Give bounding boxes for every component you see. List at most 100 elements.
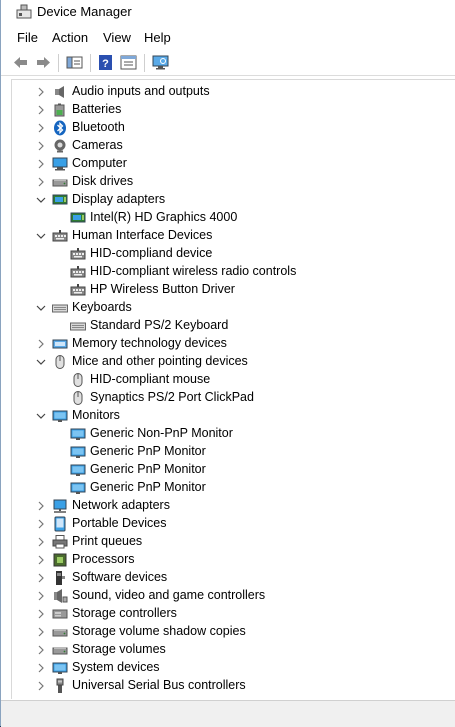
tree-category-row[interactable]: Software devices <box>12 569 452 587</box>
device-tree: Audio inputs and outputs Batteries Bluetoo… <box>11 79 455 699</box>
tree-device-row[interactable]: Standard PS/2 Keyboard <box>12 317 452 335</box>
expand-chevron-icon[interactable] <box>36 85 46 99</box>
expand-chevron-icon[interactable] <box>36 103 46 117</box>
tree-category-row[interactable]: Cameras <box>12 137 452 155</box>
tree-category-row[interactable]: Bluetooth <box>12 119 452 137</box>
tree-device-row[interactable]: HID-compliant wireless radio controls <box>12 263 452 281</box>
menu-action[interactable]: Action <box>52 30 88 45</box>
tree-item-label: Bluetooth <box>72 120 125 134</box>
monitor-icon <box>70 482 86 494</box>
tree-category-row[interactable]: Mice and other pointing devices <box>12 353 452 371</box>
tree-item-label: Storage volumes <box>72 642 166 656</box>
tree-category-row[interactable]: Network adapters <box>12 497 452 515</box>
tree-category-row[interactable]: Batteries <box>12 101 452 119</box>
tree-device-row[interactable]: HID-compliant mouse <box>12 371 452 389</box>
collapse-chevron-icon[interactable] <box>36 301 46 315</box>
disk-icon <box>52 647 68 655</box>
expand-chevron-icon[interactable] <box>36 121 46 135</box>
hid-icon <box>70 266 86 278</box>
monitor-icon <box>70 446 86 458</box>
portable-device-icon <box>54 516 66 532</box>
tree-device-row[interactable]: Intel(R) HD Graphics 4000 <box>12 209 452 227</box>
tree-category-row[interactable]: Storage volume shadow copies <box>12 623 452 641</box>
expand-chevron-icon[interactable] <box>36 571 46 585</box>
tree-item-label: Storage volume shadow copies <box>72 624 246 638</box>
expand-chevron-icon[interactable] <box>36 175 46 189</box>
properties-icon[interactable] <box>119 53 138 72</box>
expand-chevron-icon[interactable] <box>36 661 46 675</box>
tree-category-row[interactable]: Sound, video and game controllers <box>12 587 452 605</box>
network-icon <box>53 499 67 513</box>
tree-item-label: Mice and other pointing devices <box>72 354 248 368</box>
tree-item-label: Display adapters <box>72 192 166 206</box>
tree-category-row[interactable]: Universal Serial Bus controllers <box>12 677 452 695</box>
tree-item-label: Batteries <box>72 102 122 116</box>
collapse-chevron-icon[interactable] <box>36 409 46 423</box>
tree-category-row[interactable]: Computer <box>12 155 452 173</box>
tree-category-row[interactable]: Human Interface Devices <box>12 227 452 245</box>
tree-item-label: Disk drives <box>72 174 134 188</box>
speaker-icon <box>55 86 64 98</box>
expand-chevron-icon[interactable] <box>36 157 46 171</box>
menu-file[interactable]: File <box>17 30 38 45</box>
menu-help[interactable]: Help <box>144 30 171 45</box>
tree-category-row[interactable]: System devices <box>12 659 452 677</box>
tree-item-label: Computer <box>72 156 127 170</box>
scan-hardware-icon[interactable] <box>151 53 170 72</box>
tree-device-row[interactable]: Generic Non-PnP Monitor <box>12 425 452 443</box>
expand-chevron-icon[interactable] <box>36 499 46 513</box>
expand-chevron-icon[interactable] <box>36 607 46 621</box>
expand-chevron-icon[interactable] <box>36 625 46 639</box>
tree-category-row[interactable]: Keyboards <box>12 299 452 317</box>
expand-chevron-icon[interactable] <box>36 679 46 693</box>
tree-item-label: Synaptics PS/2 Port ClickPad <box>90 390 254 404</box>
tree-category-row[interactable]: Storage volumes <box>12 641 452 659</box>
tree-category-row[interactable]: Processors <box>12 551 452 569</box>
tree-item-label: Software devices <box>72 570 168 584</box>
help-icon[interactable]: ? <box>96 53 115 72</box>
toolbar: ? <box>1 50 455 76</box>
forward-arrow-icon[interactable] <box>34 53 53 72</box>
tree-item-label: Memory technology devices <box>72 336 227 350</box>
tree-device-row[interactable]: HID-compliand device <box>12 245 452 263</box>
tree-category-row[interactable]: Print queues <box>12 533 452 551</box>
tree-category-row[interactable]: Monitors <box>12 407 452 425</box>
tree-device-row[interactable]: HP Wireless Button Driver <box>12 281 452 299</box>
collapse-chevron-icon[interactable] <box>36 193 46 207</box>
expand-chevron-icon[interactable] <box>36 589 46 603</box>
tree-device-row[interactable]: Generic PnP Monitor <box>12 461 452 479</box>
tree-item-label: Human Interface Devices <box>72 228 213 242</box>
title-bar[interactable]: Device Manager <box>1 0 455 26</box>
computer-icon <box>52 157 68 171</box>
expand-chevron-icon[interactable] <box>36 553 46 567</box>
tree-item-label: Generic PnP Monitor <box>90 462 206 476</box>
collapse-chevron-icon[interactable] <box>36 229 46 243</box>
tree-item-label: Generic PnP Monitor <box>90 480 206 494</box>
show-hide-console-tree-icon[interactable] <box>65 53 84 72</box>
expand-chevron-icon[interactable] <box>36 337 46 351</box>
back-arrow-icon[interactable] <box>11 53 30 72</box>
tree-item-label: Print queues <box>72 534 143 548</box>
expand-chevron-icon[interactable] <box>36 643 46 657</box>
menu-bar: File Action View Help <box>1 28 455 48</box>
display-adapter-icon <box>70 212 86 223</box>
tree-item-label: Processors <box>72 552 135 566</box>
tree-item-label: System devices <box>72 660 160 674</box>
tree-device-row[interactable]: Generic PnP Monitor <box>12 479 452 497</box>
menu-view[interactable]: View <box>103 30 131 45</box>
tree-category-row[interactable]: Portable Devices <box>12 515 452 533</box>
disk-icon <box>52 629 68 637</box>
bluetooth-icon <box>54 120 66 136</box>
expand-chevron-icon[interactable] <box>36 517 46 531</box>
expand-chevron-icon[interactable] <box>36 139 46 153</box>
tree-item-label: Intel(R) HD Graphics 4000 <box>90 210 238 224</box>
expand-chevron-icon[interactable] <box>36 535 46 549</box>
tree-category-row[interactable]: Memory technology devices <box>12 335 452 353</box>
tree-category-row[interactable]: Display adapters <box>12 191 452 209</box>
tree-category-row[interactable]: Disk drives <box>12 173 452 191</box>
tree-device-row[interactable]: Generic PnP Monitor <box>12 443 452 461</box>
collapse-chevron-icon[interactable] <box>36 355 46 369</box>
tree-device-row[interactable]: Synaptics PS/2 Port ClickPad <box>12 389 452 407</box>
tree-category-row[interactable]: Storage controllers <box>12 605 452 623</box>
tree-category-row[interactable]: Audio inputs and outputs <box>12 83 452 101</box>
